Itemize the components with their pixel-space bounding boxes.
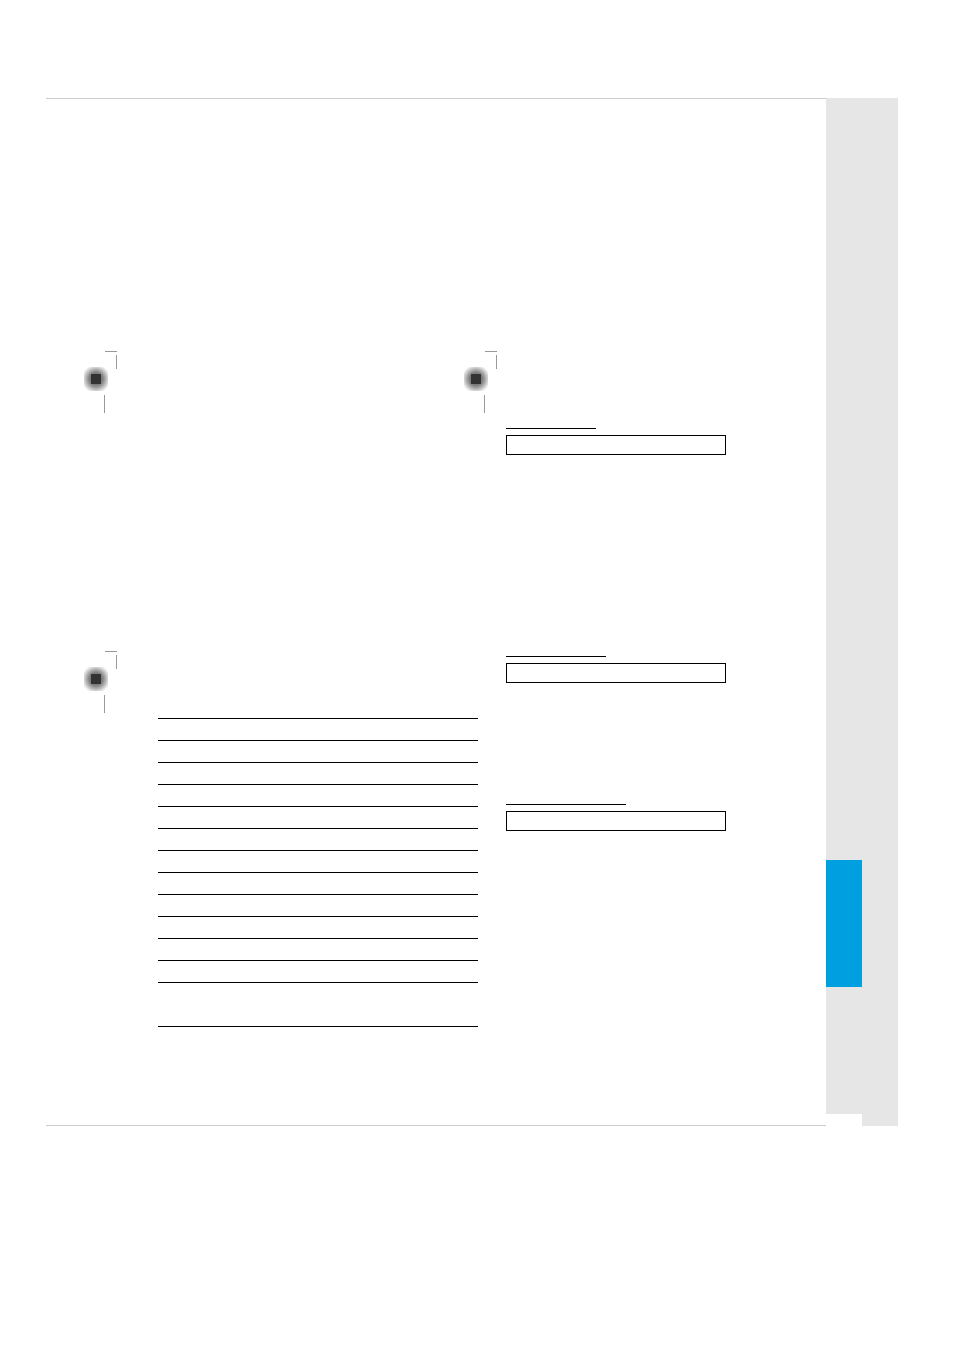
line[interactable] (158, 719, 478, 741)
leader-line (116, 655, 140, 669)
section-tabs (826, 98, 862, 1114)
stem-line (104, 395, 105, 413)
bullet-icon (78, 661, 114, 697)
line-gap (158, 983, 478, 1005)
input-box[interactable] (506, 435, 726, 455)
page-frame (46, 98, 826, 1126)
line[interactable] (158, 763, 478, 785)
right-gutter (862, 98, 898, 1126)
line[interactable] (158, 917, 478, 939)
sub-label-underline (506, 417, 596, 429)
fill-in-lines (158, 697, 478, 1027)
leader-line (116, 355, 140, 369)
stem-line (484, 395, 485, 413)
sub-block-1 (506, 417, 766, 455)
sub-label-underline (506, 645, 606, 657)
stem-line (104, 695, 105, 713)
bullet-icon (458, 361, 494, 397)
line[interactable] (158, 939, 478, 961)
line[interactable] (158, 873, 478, 895)
input-box[interactable] (506, 663, 726, 683)
line[interactable] (158, 895, 478, 917)
tab-6[interactable] (826, 733, 862, 860)
tab-4[interactable] (826, 479, 862, 606)
line[interactable] (158, 807, 478, 829)
input-box[interactable] (506, 811, 726, 831)
tab-5[interactable] (826, 606, 862, 733)
tab-1[interactable] (826, 98, 862, 225)
line[interactable] (158, 1005, 478, 1027)
bullet-icon (78, 361, 114, 397)
tab-7[interactable] (826, 860, 862, 987)
line[interactable] (158, 785, 478, 807)
tab-3[interactable] (826, 352, 862, 479)
line[interactable] (158, 829, 478, 851)
line[interactable] (158, 697, 478, 719)
leader-line (496, 355, 520, 369)
sub-block-3 (506, 793, 766, 831)
sub-label-underline (506, 793, 626, 805)
sub-block-2 (506, 645, 766, 683)
tab-8[interactable] (826, 987, 862, 1114)
line[interactable] (158, 961, 478, 983)
line[interactable] (158, 741, 478, 763)
tab-2[interactable] (826, 225, 862, 352)
right-section-1 (466, 367, 766, 831)
line[interactable] (158, 851, 478, 873)
